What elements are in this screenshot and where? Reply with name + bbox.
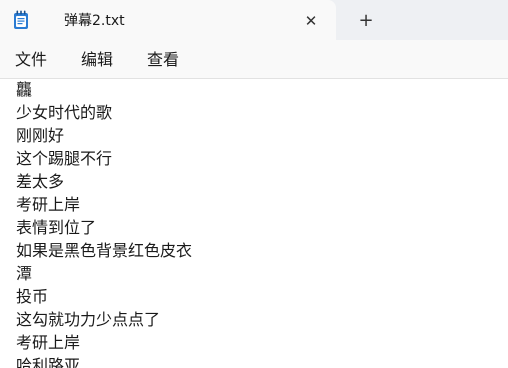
new-tab-button[interactable]: + [355, 9, 377, 31]
close-icon[interactable]: ✕ [300, 10, 322, 32]
text-line: 如果是黑色背景红色皮衣 [16, 241, 193, 260]
text-line: 这勾就功力少点点了 [16, 310, 161, 329]
menu-bar: 文件 编辑 查看 [0, 40, 508, 79]
menu-file[interactable]: 文件 [15, 49, 47, 71]
tab-active[interactable]: 弹幕2.txt ✕ [0, 0, 336, 40]
text-line: 考研上岸 [16, 195, 81, 214]
title-bar: 弹幕2.txt ✕ + [0, 0, 508, 40]
notepad-icon [14, 10, 28, 29]
text-line: 差太多 [16, 172, 65, 191]
text-line: 少女时代的歌 [16, 103, 113, 122]
text-line: 投币 [16, 287, 49, 306]
tab-title: 弹幕2.txt [64, 13, 125, 29]
menu-view[interactable]: 查看 [147, 49, 179, 71]
text-editor[interactable]: 龘 少女时代的歌 刚刚好 这个踢腿不行 差太多 考研上岸 表情到位了 如果是黑色… [0, 79, 508, 368]
menu-edit[interactable]: 编辑 [81, 49, 113, 71]
text-line: 哈利路亚 [16, 356, 81, 368]
text-line: 表情到位了 [16, 218, 97, 237]
text-line: 考研上岸 [16, 333, 81, 352]
text-line: 潭 [16, 264, 33, 283]
text-line: 刚刚好 [16, 126, 65, 145]
text-line: 龘 [16, 80, 33, 99]
text-line: 这个踢腿不行 [16, 149, 113, 168]
